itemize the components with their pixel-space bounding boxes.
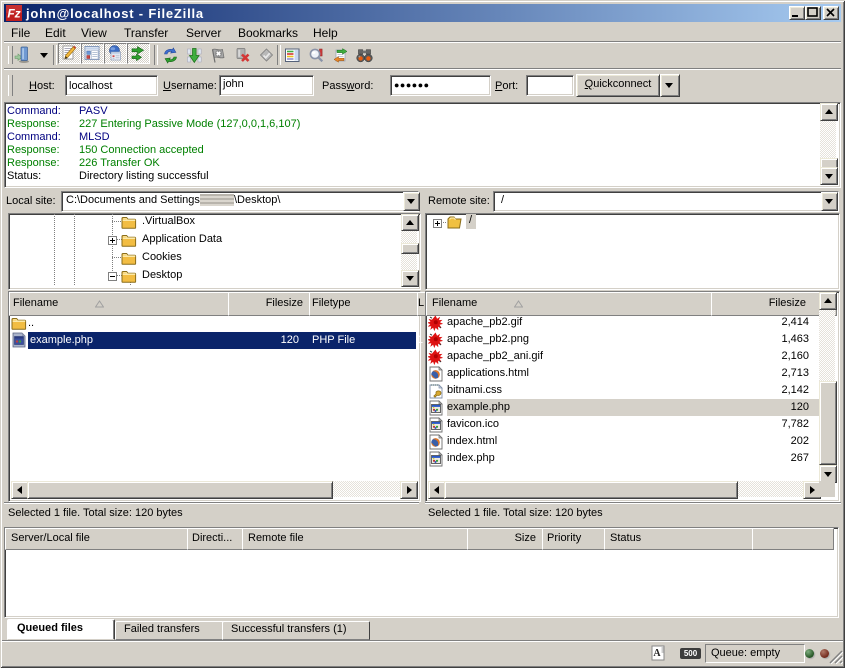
svg-text:Fz: Fz <box>7 7 20 21</box>
svg-text:A: A <box>653 648 661 659</box>
